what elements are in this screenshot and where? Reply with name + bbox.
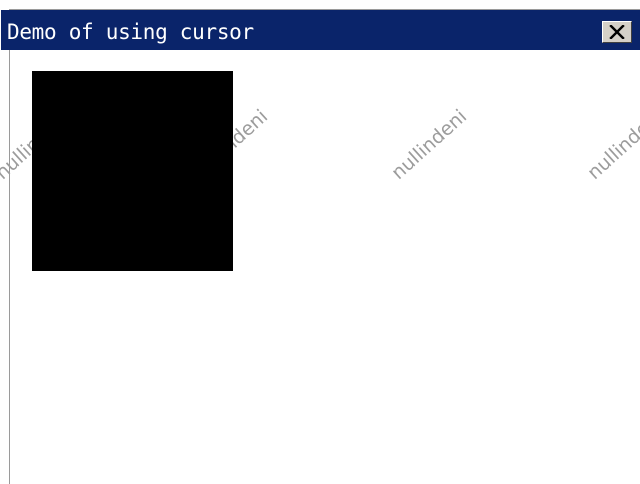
screen: Demo of using cursor nullindeni nullinde…	[0, 0, 640, 484]
close-button[interactable]	[602, 21, 632, 43]
close-icon	[609, 25, 625, 39]
cursor-square-overlay	[32, 71, 233, 271]
window-title: Demo of using cursor	[7, 20, 254, 44]
title-bar[interactable]: Demo of using cursor	[1, 10, 640, 50]
